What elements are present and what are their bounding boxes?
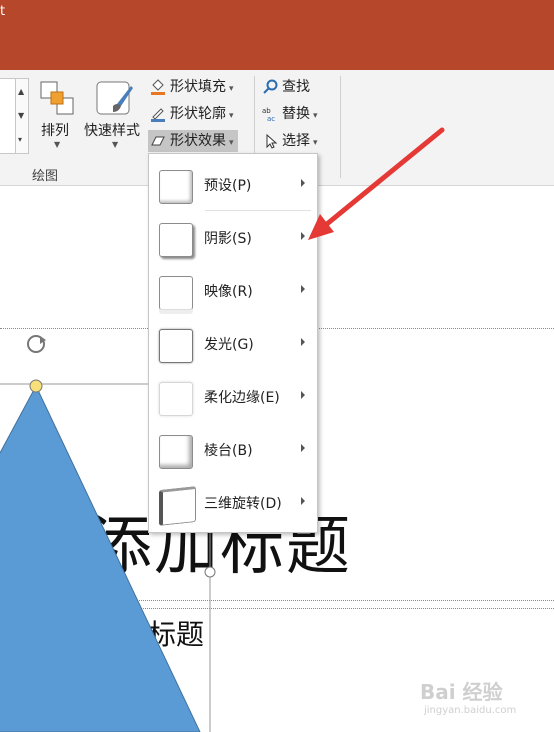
pen-outline-icon — [151, 108, 165, 122]
gallery-scrollbar[interactable]: ▲ ▼ ▾ — [15, 79, 28, 153]
paint-bucket-icon — [151, 79, 165, 95]
shape-fill-button[interactable]: 形状填充 ▾ — [148, 76, 234, 98]
window-title: t — [0, 4, 6, 19]
menu-item-reflection[interactable]: 映像(R) — [149, 266, 317, 316]
placeholder-border-low — [0, 608, 554, 609]
arrange-label: 排列 — [41, 123, 69, 139]
watermark-url: jingyan.baidu.com — [424, 705, 517, 716]
shapes-gallery[interactable]: ▲ ▼ ▾ — [0, 78, 29, 154]
menu-item-label: 阴影(S) — [204, 231, 252, 247]
submenu-arrow-icon — [301, 338, 305, 346]
menu-item-label: 预设(P) — [204, 178, 252, 194]
menu-item-label: 映像(R) — [204, 284, 253, 300]
preset-thumb-icon — [159, 170, 193, 204]
submenu-arrow-icon — [301, 444, 305, 452]
find-button[interactable]: 查找 — [260, 76, 310, 98]
menu-item-label: 柔化边缘(E) — [204, 390, 280, 406]
svg-text:ab: ab — [262, 107, 271, 115]
quick-styles-dropdown-icon: ▼ — [112, 140, 119, 149]
menu-item-label: 三维旋转(D) — [204, 496, 282, 512]
submenu-arrow-icon — [301, 497, 305, 505]
placeholder-border-mid — [0, 600, 554, 601]
glow-thumb-icon — [159, 329, 193, 363]
shape-effects-dropdown-icon: ▾ — [229, 138, 234, 148]
soft-edges-thumb-icon — [159, 382, 193, 416]
quick-styles-button[interactable]: 快速样式 ▼ — [82, 78, 148, 158]
submenu-arrow-icon — [301, 391, 305, 399]
menu-item-shadow[interactable]: 阴影(S) — [149, 213, 317, 263]
shape-effects-icon — [151, 136, 165, 146]
shape-effects-label: 形状效果 — [170, 133, 226, 149]
menu-item-bevel[interactable]: 棱台(B) — [149, 425, 317, 475]
arrange-icon — [40, 81, 74, 115]
group-separator-2 — [340, 76, 341, 178]
arrange-button[interactable]: 排列 ▼ — [36, 78, 78, 158]
menu-item-3d-rotation[interactable]: 三维旋转(D) — [149, 478, 317, 528]
quick-styles-icon — [96, 81, 133, 115]
slide-subtitle-placeholder[interactable]: 标题 — [148, 613, 204, 653]
select-dropdown-icon: ▾ — [313, 138, 318, 148]
shape-effects-menu: 预设(P) 阴影(S) 映像(R) 发光(G) 柔化边缘(E) 棱台(B) 三维… — [148, 153, 318, 533]
shape-outline-dropdown-icon: ▾ — [229, 111, 234, 121]
cursor-arrow-icon — [266, 133, 278, 149]
find-label: 查找 — [282, 79, 310, 95]
watermark-logo: Bai 经验 — [420, 680, 503, 704]
reflection-thumb-icon — [159, 276, 193, 310]
replace-icon: ab ac — [262, 107, 275, 122]
scroll-up-icon[interactable]: ▲ — [18, 87, 24, 96]
submenu-arrow-icon — [301, 285, 305, 293]
menu-item-glow[interactable]: 发光(G) — [149, 319, 317, 369]
replace-dropdown-icon: ▾ — [313, 111, 318, 121]
search-icon — [263, 79, 278, 94]
submenu-arrow-icon — [301, 232, 305, 240]
title-bar: t — [0, 0, 554, 70]
svg-text:ac: ac — [267, 115, 275, 122]
menu-separator — [205, 210, 311, 211]
drawing-group-label: 绘图 — [32, 169, 59, 184]
menu-item-preset[interactable]: 预设(P) — [149, 160, 317, 210]
menu-item-label: 棱台(B) — [204, 443, 253, 459]
gallery-more-icon[interactable]: ▾ — [18, 135, 22, 144]
scroll-down-icon[interactable]: ▼ — [18, 111, 24, 120]
shape-fill-label: 形状填充 — [170, 79, 226, 95]
menu-item-soft-edges[interactable]: 柔化边缘(E) — [149, 372, 317, 422]
replace-label: 替换 — [282, 106, 310, 122]
shape-outline-button[interactable]: 形状轮廓 ▾ — [148, 103, 234, 125]
bevel-thumb-icon — [159, 435, 193, 469]
3d-rotation-thumb-icon — [159, 486, 196, 526]
quick-styles-label: 快速样式 — [84, 123, 140, 139]
arrange-dropdown-icon: ▼ — [54, 140, 61, 149]
shape-effects-button[interactable]: 形状效果 ▾ — [148, 130, 238, 152]
select-label: 选择 — [282, 133, 310, 149]
shape-outline-label: 形状轮廓 — [170, 106, 226, 122]
shadow-thumb-icon — [159, 223, 193, 257]
shape-fill-dropdown-icon: ▾ — [229, 84, 234, 94]
replace-button[interactable]: ab ac 替换 ▾ — [260, 103, 318, 125]
select-button[interactable]: 选择 ▾ — [260, 130, 318, 152]
menu-item-label: 发光(G) — [204, 337, 254, 353]
submenu-arrow-icon — [301, 179, 305, 187]
